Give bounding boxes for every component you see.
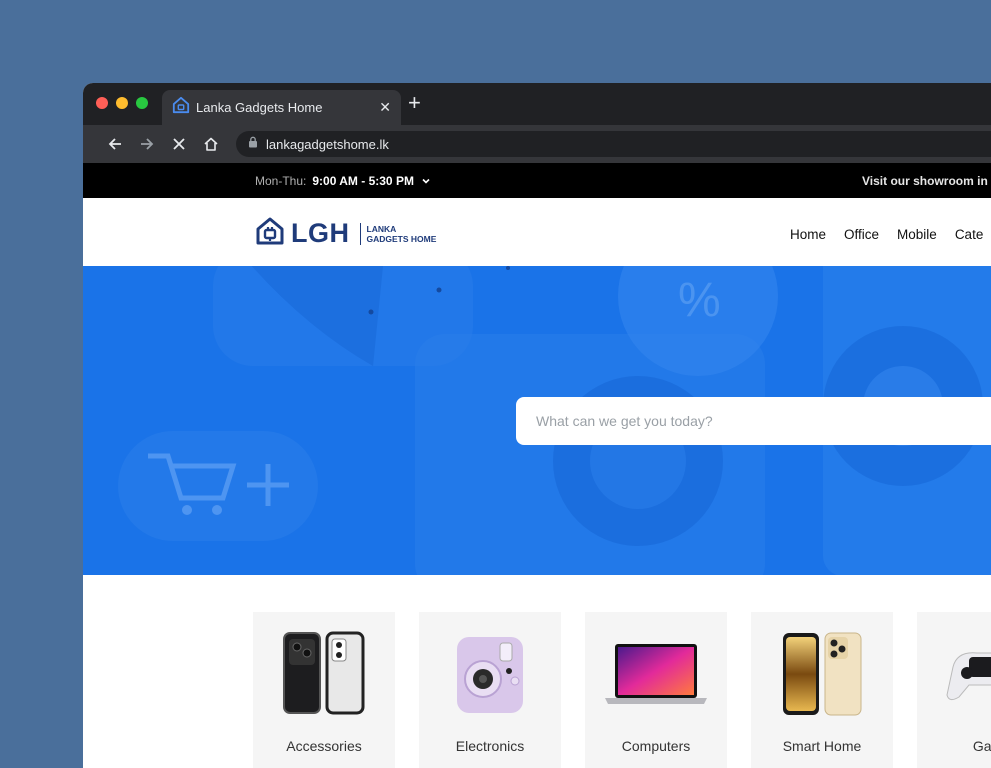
main-nav: Home Office Mobile Cate	[790, 227, 983, 242]
category-label: Accessories	[286, 738, 362, 754]
category-section: Accessories Electronics Computers Smart …	[83, 575, 991, 768]
nav-item-office[interactable]: Office	[844, 227, 879, 242]
close-tab-icon[interactable]: ✕	[379, 99, 391, 116]
stop-loading-icon[interactable]	[169, 134, 189, 154]
close-window-button[interactable]	[96, 97, 108, 109]
window-controls	[96, 97, 148, 109]
site-logo[interactable]: LGH LANKA GADGETS HOME	[255, 216, 436, 251]
new-tab-icon[interactable]: +	[408, 92, 421, 114]
tab-title: Lanka Gadgets Home	[196, 100, 323, 115]
laptop-image	[585, 626, 727, 721]
phone-case-image	[253, 626, 395, 721]
search-input[interactable]	[536, 413, 991, 429]
lock-icon	[248, 135, 258, 153]
browser-tab[interactable]: Lanka Gadgets Home ✕	[162, 90, 401, 125]
category-card-accessories[interactable]: Accessories	[253, 612, 395, 768]
instant-camera-image	[419, 626, 561, 721]
favicon-icon	[172, 96, 190, 119]
minimize-window-button[interactable]	[116, 97, 128, 109]
hours-value: 9:00 AM - 5:30 PM	[312, 174, 414, 188]
category-label: Computers	[621, 738, 691, 754]
logo-subtitle-line2: GADGETS HOME	[366, 233, 437, 244]
tab-bar: Lanka Gadgets Home ✕ +	[83, 83, 991, 125]
url-text: lankagadgetshome.lk	[266, 136, 389, 152]
announcement-bar: Mon-Thu: 9:00 AM - 5:30 PM Visit our sho…	[83, 163, 991, 198]
business-hours[interactable]: Mon-Thu: 9:00 AM - 5:30 PM	[255, 174, 430, 188]
hero-banner: %	[83, 266, 991, 575]
site-header: LGH LANKA GADGETS HOME Home Office Mobil…	[83, 198, 991, 266]
game-controller-image	[917, 626, 991, 721]
home-icon[interactable]	[201, 134, 221, 154]
hours-label: Mon-Thu:	[255, 174, 307, 188]
category-label: Gam	[972, 738, 991, 754]
logo-text: LGH	[291, 218, 350, 248]
logo-divider	[359, 222, 361, 245]
category-label: Electronics	[455, 738, 525, 754]
logo-house-icon	[255, 216, 285, 251]
chevron-down-icon	[422, 178, 430, 184]
category-card-computers[interactable]: Computers	[585, 612, 727, 768]
browser-window: Lanka Gadgets Home ✕ + lankagadgetshome.…	[83, 83, 991, 768]
browser-toolbar: lankagadgetshome.lk	[83, 125, 991, 163]
category-card-smart-home[interactable]: Smart Home	[751, 612, 893, 768]
maximize-window-button[interactable]	[136, 97, 148, 109]
nav-item-home[interactable]: Home	[790, 227, 826, 242]
logo-subtitle: LANKA GADGETS HOME	[367, 224, 437, 244]
search-bar[interactable]	[516, 397, 991, 445]
nav-item-categories[interactable]: Cate	[955, 227, 984, 242]
category-card-electronics[interactable]: Electronics	[419, 612, 561, 768]
category-card-gaming[interactable]: Gam	[917, 612, 991, 768]
address-bar[interactable]: lankagadgetshome.lk	[236, 131, 991, 157]
category-label: Smart Home	[782, 738, 862, 754]
back-icon[interactable]	[105, 134, 125, 154]
logo-subtitle-line1: LANKA	[366, 223, 397, 234]
forward-icon[interactable]	[137, 134, 157, 154]
nav-item-mobile[interactable]: Mobile	[897, 227, 937, 242]
smartphone-image	[751, 626, 893, 721]
svg-text:%: %	[678, 274, 721, 327]
showroom-notice[interactable]: Visit our showroom in	[862, 174, 988, 188]
